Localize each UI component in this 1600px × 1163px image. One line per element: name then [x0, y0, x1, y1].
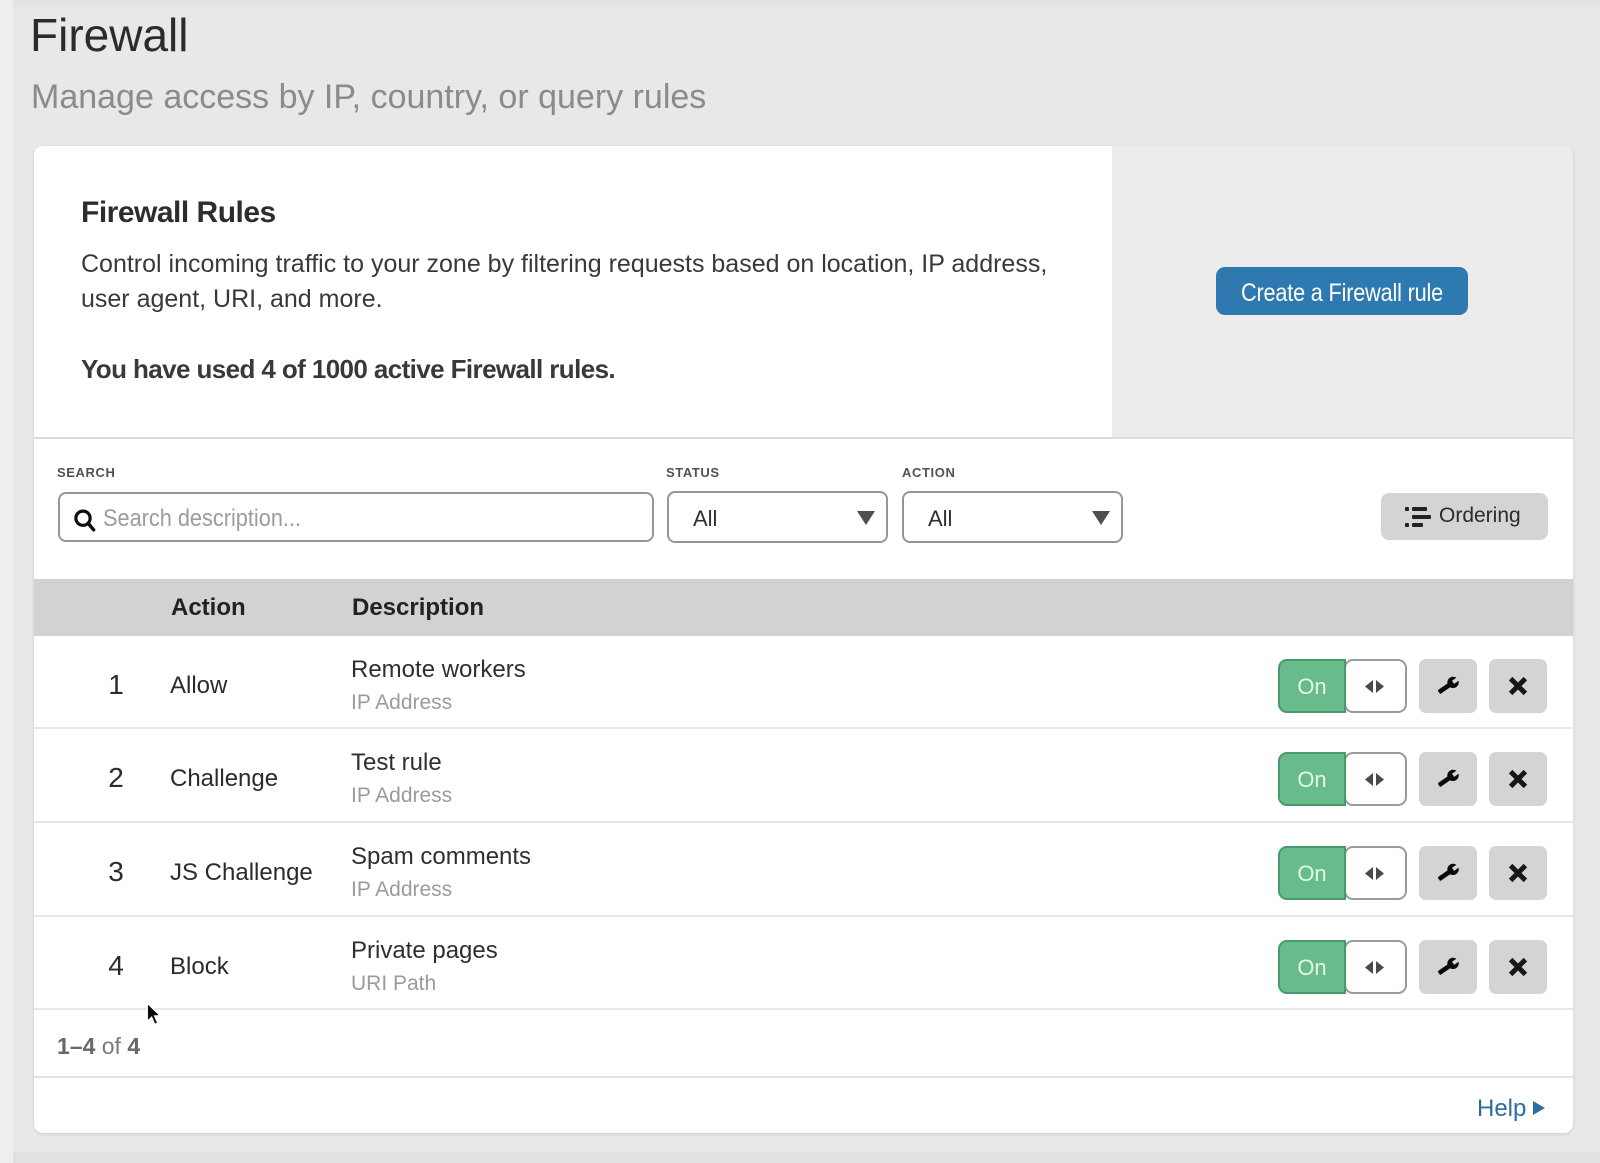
- svg-text:Create a Firewall rule: Create a Firewall rule: [1241, 279, 1443, 307]
- svg-text:Search description...: Search description...: [103, 505, 301, 532]
